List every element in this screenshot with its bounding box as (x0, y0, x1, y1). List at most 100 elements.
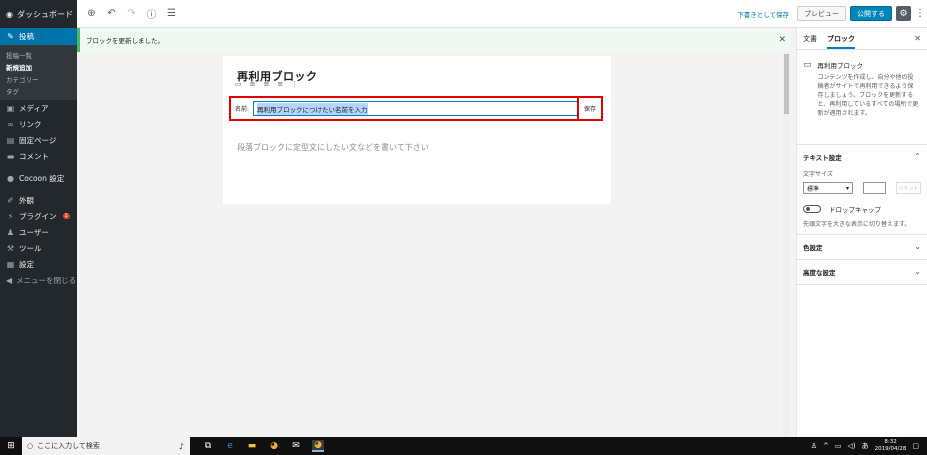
submenu-all-posts[interactable]: 投稿一覧 (0, 48, 77, 60)
align-center-icon[interactable]: ≡ (264, 80, 270, 88)
menu-item-cocoon[interactable]: ● Cocoon 設定 (0, 170, 77, 186)
search-placeholder: ここに入力して検索 (37, 442, 100, 450)
menu-item-settings[interactable]: ▦ 設定 (0, 256, 77, 272)
menu-label: 投稿 (19, 32, 34, 41)
wrench-icon: ⚒ (6, 243, 15, 253)
panel-title: 高度な設定 (803, 269, 836, 277)
color-settings-panel[interactable]: 色設定 ⌄ (797, 235, 927, 260)
tab-document[interactable]: 文書 (803, 34, 817, 44)
link-icon: ∞ (7, 119, 14, 129)
menu-item-appearance[interactable]: ✐ 外観 (0, 192, 77, 208)
dashboard-link[interactable]: ◉ ダッシュボード (0, 0, 77, 28)
chrome-icon[interactable]: ◕ (268, 441, 280, 451)
drop-cap-help: 先頭文字を大きな表示に切り替えます。 (803, 221, 911, 228)
menu-item-users[interactable]: ♟ ユーザー (0, 224, 77, 240)
block-card: ▭ 再利用ブロック コンテンツを作成し、自分や他の投稿者がサイトで再利用できるよ… (797, 50, 927, 145)
mail-icon[interactable]: ✉ (290, 441, 302, 451)
collapse-menu-button[interactable]: ◀ メニューを閉じる (0, 272, 77, 288)
save-button[interactable]: 保存 (577, 96, 603, 121)
submenu-tags[interactable]: タグ (0, 84, 77, 96)
admin-sidebar: ◉ ダッシュボード ✎ 投稿 投稿一覧 新規追加 カテゴリー タグ ▣ メディア… (0, 0, 77, 437)
editor-canvas: 再利用ブロック ▭ ≡ ≡ ≡ ⋮ 名前: 再利用ブロックにつけたい名前を入力 … (77, 52, 790, 437)
chevron-down-icon[interactable]: ⌄ (914, 242, 921, 251)
notice-text: ブロックを更新しました。 (86, 37, 164, 45)
reusable-name-row: 名前: 再利用ブロックにつけたい名前を入力 保存 (229, 96, 603, 121)
submenu-categories[interactable]: カテゴリー (0, 72, 77, 84)
clock-time: 8:32 (884, 439, 897, 445)
notification-icon[interactable]: ▢ (912, 442, 919, 450)
name-input-value: 再利用ブロックにつけたい名前を入力 (257, 102, 368, 115)
clock-date: 2019/04/28 (874, 446, 907, 452)
volume-icon[interactable]: ◁) (848, 442, 856, 450)
update-badge: 1 (62, 213, 70, 219)
align-left-icon[interactable]: ≡ (250, 80, 256, 88)
task-view-icon[interactable]: ⧉ (202, 441, 214, 451)
windows-start-icon[interactable]: ⊞ (0, 441, 22, 451)
more-icon[interactable]: ⋮ (291, 80, 298, 88)
cocoon-icon: ● (7, 173, 14, 183)
menu-item-pages[interactable]: ▤ 固定ページ (0, 132, 77, 148)
redo-icon[interactable]: ↷ (126, 8, 137, 19)
save-draft-button[interactable]: 下書きとして保存 (737, 9, 789, 19)
menu-label: ユーザー (19, 227, 49, 237)
menu-label: Cocoon 設定 (19, 173, 65, 183)
network-icon[interactable]: ▭ (835, 442, 842, 450)
drop-cap-toggle[interactable] (803, 205, 821, 213)
chevron-up-icon[interactable]: ^ (823, 442, 829, 450)
preview-button[interactable]: プレビュー (797, 6, 846, 21)
block-card-title: 再利用ブロック (817, 62, 864, 70)
brush-icon: ✐ (7, 195, 14, 205)
paragraph-placeholder[interactable]: 段落ブロックに定型文にしたい文などを書いて下さい (237, 142, 429, 153)
settings-gear-button[interactable]: ⚙ (896, 6, 911, 21)
advanced-settings-panel[interactable]: 高度な設定 ⌄ (797, 260, 927, 285)
font-size-select[interactable]: 標準 ▾ (803, 182, 854, 194)
reusable-name-input[interactable]: 再利用ブロックにつけたい名前を入力 (253, 101, 598, 116)
people-icon[interactable]: ♙ (811, 442, 817, 450)
text-settings-panel: テキスト設定 ⌃ 文字サイズ 標準 ▾ リセット ドロップキャップ 先頭文字を大… (797, 145, 927, 235)
publish-button[interactable]: 公開する (850, 6, 892, 21)
reusable-block[interactable]: 再利用ブロック ▭ ≡ ≡ ≡ ⋮ 名前: 再利用ブロックにつけたい名前を入力 … (223, 56, 611, 204)
chrome-active-icon[interactable]: ◕ (312, 440, 324, 452)
ime-indicator[interactable]: あ (862, 441, 869, 451)
menu-item-tools[interactable]: ⚒ ツール (0, 240, 77, 256)
menu-item-links[interactable]: ∞ リンク (0, 116, 77, 132)
add-block-icon[interactable]: ⊕ (86, 8, 97, 19)
undo-icon[interactable]: ↶ (106, 8, 117, 19)
file-explorer-icon[interactable]: ▬ (246, 441, 258, 451)
submenu-add-new[interactable]: 新規追加 (0, 60, 77, 72)
info-icon[interactable]: ⓘ (146, 6, 157, 21)
clock[interactable]: 8:32 2019/04/28 (875, 439, 907, 453)
settings-tabs: 文書 ブロック ✕ (797, 28, 927, 50)
panel-title: 色設定 (803, 244, 823, 252)
tab-block[interactable]: ブロック (827, 29, 855, 49)
user-icon: ♟ (6, 227, 15, 237)
taskbar-search-input[interactable]: ○ ここに入力して検索 ♪ (22, 437, 190, 455)
outline-icon[interactable]: ☰ (166, 8, 177, 19)
chevron-down-icon[interactable]: ⌄ (914, 267, 921, 276)
reset-button[interactable]: リセット (896, 182, 921, 194)
menu-item-media[interactable]: ▣ メディア (0, 100, 77, 116)
chevron-up-icon[interactable]: ⌃ (914, 152, 921, 161)
menu-item-posts[interactable]: ✎ 投稿 (0, 28, 77, 45)
text-settings-toggle[interactable]: テキスト設定 (797, 145, 927, 169)
settings-icon: ▦ (6, 259, 15, 269)
pages-icon: ▤ (6, 135, 15, 145)
menu-item-comments[interactable]: ▬ コメント (0, 148, 77, 164)
menu-item-plugins[interactable]: ⚡ プラグイン 1 (0, 208, 77, 224)
settings-sidebar: 文書 ブロック ✕ ▭ 再利用ブロック コンテンツを作成し、自分や他の投稿者がサ… (796, 28, 927, 437)
more-options-icon[interactable]: ⋮ (915, 8, 925, 19)
microphone-icon[interactable]: ♪ (179, 442, 184, 451)
editor-scrollbar[interactable] (783, 52, 790, 437)
edge-icon[interactable]: e (224, 441, 236, 451)
font-size-custom-input[interactable] (863, 182, 887, 194)
menu-label: 設定 (19, 259, 34, 269)
menu-label: コメント (19, 151, 49, 161)
align-right-icon[interactable]: ≡ (277, 80, 283, 88)
name-label: 名前: (235, 106, 250, 113)
close-icon[interactable]: ✕ (778, 35, 786, 45)
block-type-icon[interactable]: ▭ (235, 80, 242, 88)
dashboard-label: ダッシュボード (16, 9, 73, 19)
block-card-description: コンテンツを作成し、自分や他の投稿者がサイトで再利用できるよう保存しましょう。ブ… (817, 74, 919, 117)
close-icon[interactable]: ✕ (914, 34, 921, 43)
scrollbar-thumb[interactable] (784, 54, 789, 114)
